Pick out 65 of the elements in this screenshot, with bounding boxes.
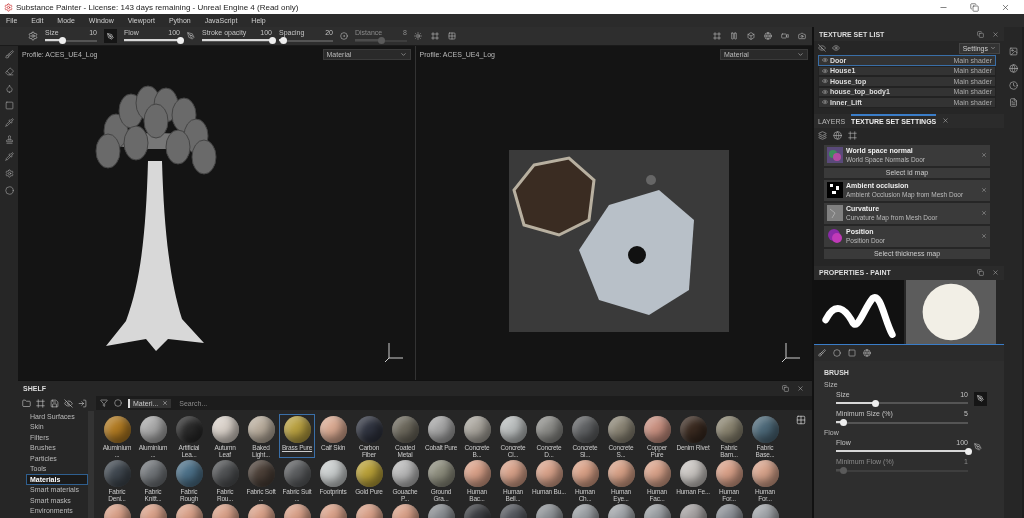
undock-icon[interactable] bbox=[977, 30, 984, 38]
filter-icon[interactable] bbox=[100, 399, 108, 407]
folder-icon[interactable] bbox=[22, 398, 31, 408]
axis-gizmo-icon bbox=[780, 340, 802, 364]
slider-thumb[interactable] bbox=[840, 418, 848, 426]
remove-icon[interactable] bbox=[981, 152, 987, 158]
pen-icon bbox=[107, 32, 114, 40]
close-icon[interactable] bbox=[162, 400, 169, 406]
fill-icon[interactable] bbox=[4, 84, 14, 93]
grid-view-icon[interactable] bbox=[796, 415, 806, 425]
close-icon[interactable] bbox=[992, 30, 999, 38]
remove-icon[interactable] bbox=[981, 233, 987, 239]
layers-icon[interactable] bbox=[818, 130, 827, 140]
hidden-eye-icon[interactable] bbox=[64, 398, 73, 408]
chevron-down-icon bbox=[990, 45, 996, 51]
brush-icon[interactable] bbox=[818, 348, 826, 357]
cube-icon[interactable] bbox=[747, 32, 755, 40]
normal-map-thumbnail bbox=[827, 147, 843, 163]
pen-pressure-button[interactable] bbox=[104, 29, 117, 43]
camera-icon[interactable] bbox=[781, 32, 789, 40]
save-icon[interactable] bbox=[50, 398, 59, 408]
remove-icon[interactable] bbox=[981, 187, 987, 193]
pen-icon bbox=[977, 395, 984, 402]
slider-thumb[interactable] bbox=[377, 36, 385, 44]
slider-thumb[interactable] bbox=[964, 447, 972, 455]
position-map-thumbnail bbox=[827, 228, 843, 244]
circle-icon[interactable] bbox=[4, 186, 14, 195]
restore-icon[interactable] bbox=[970, 2, 979, 12]
clone-icon[interactable] bbox=[4, 135, 14, 144]
window-title: Substance Painter - License: 143 days remaining - Unreal Engine 4 (Read only) bbox=[16, 2, 300, 12]
close-icon[interactable] bbox=[942, 117, 950, 124]
eye-icon[interactable] bbox=[822, 99, 828, 106]
ambient-occlusion-thumbnail bbox=[827, 182, 843, 198]
undock-icon[interactable] bbox=[782, 384, 789, 392]
close-icon[interactable] bbox=[992, 269, 999, 276]
undock-icon[interactable] bbox=[977, 269, 984, 276]
app-logo-icon bbox=[4, 2, 13, 12]
eye-icon[interactable] bbox=[832, 44, 840, 52]
eye-icon[interactable] bbox=[822, 57, 828, 64]
eraser-icon[interactable] bbox=[4, 67, 14, 76]
brush-icon[interactable] bbox=[4, 50, 14, 59]
slider-thumb[interactable] bbox=[58, 36, 66, 44]
circle-icon[interactable] bbox=[114, 399, 122, 407]
axis-gizmo-icon bbox=[382, 340, 405, 364]
screenshot-icon[interactable] bbox=[798, 32, 806, 40]
pen-pressure-button[interactable] bbox=[974, 391, 987, 406]
slider-thumb[interactable] bbox=[176, 36, 184, 44]
color-picker-icon[interactable] bbox=[4, 152, 14, 161]
eye-icon[interactable] bbox=[822, 78, 828, 85]
chevron-down-icon bbox=[797, 50, 804, 58]
slider-thumb[interactable] bbox=[840, 466, 848, 474]
eye-icon[interactable] bbox=[822, 67, 828, 74]
pause-icon[interactable] bbox=[730, 32, 738, 40]
curvature-map-thumbnail bbox=[827, 205, 843, 221]
eye-icon[interactable] bbox=[822, 88, 828, 95]
close-icon[interactable] bbox=[797, 384, 804, 392]
remove-icon[interactable] bbox=[981, 210, 987, 216]
history-icon[interactable] bbox=[1008, 81, 1018, 90]
log-icon[interactable] bbox=[1008, 98, 1018, 107]
settings-icon[interactable] bbox=[4, 169, 14, 178]
chevron-down-icon bbox=[399, 50, 407, 58]
import-icon[interactable] bbox=[78, 398, 87, 408]
close-icon[interactable] bbox=[1001, 2, 1010, 12]
slider-thumb[interactable] bbox=[872, 399, 880, 407]
hidden-eye-icon[interactable] bbox=[818, 44, 826, 52]
